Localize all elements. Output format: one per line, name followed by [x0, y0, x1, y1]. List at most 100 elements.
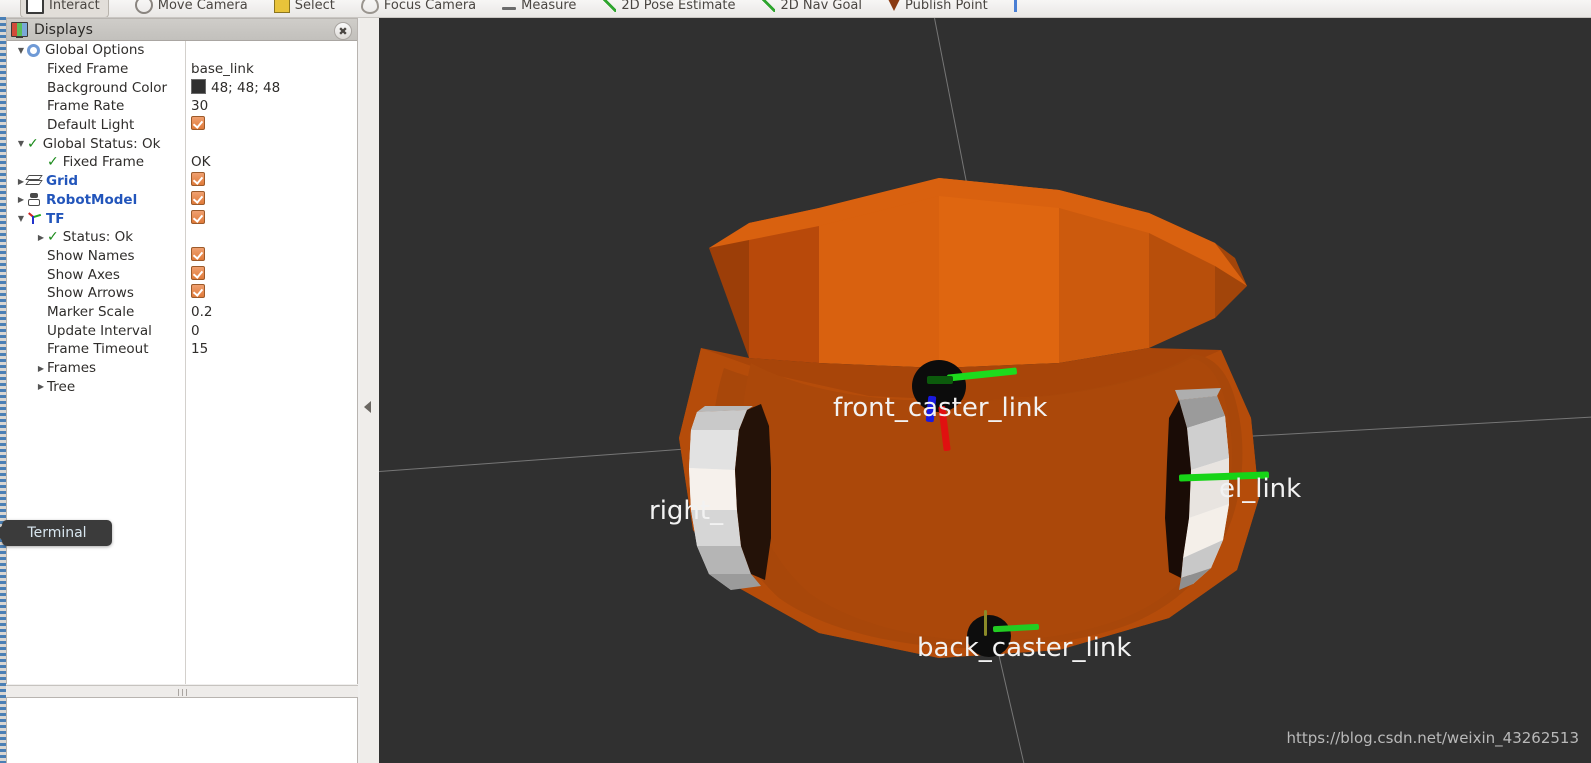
panel-collapse-handle[interactable] — [360, 18, 380, 763]
tree-row-value: 30 — [191, 98, 209, 115]
toolbar-divider-icon — [1013, 0, 1017, 12]
tree-row-label: Frames — [47, 360, 97, 377]
terminal-tooltip-label: Terminal — [27, 525, 87, 541]
tree-row-label: Fixed Frame — [47, 61, 129, 78]
tree-row-value[interactable] — [185, 209, 205, 228]
tree-row-global-status[interactable]: ✓Global Status: Ok — [7, 134, 357, 153]
tree-row-value[interactable] — [185, 246, 205, 265]
toolbar-item-2d-nav-goal[interactable]: 2D Nav Goal — [761, 0, 862, 13]
toolbar-item-publish-point[interactable]: Publish Point — [888, 0, 988, 13]
toolbar-item-interact[interactable]: Interact — [20, 0, 109, 17]
tree-row-value-text: 48; 48; 48 — [211, 80, 281, 97]
toolbar-item-measure[interactable]: Measure — [502, 0, 576, 13]
checkbox-checked[interactable] — [191, 172, 205, 187]
toolbar-item-label: 2D Pose Estimate — [621, 0, 736, 13]
chevron-down-icon[interactable] — [15, 46, 27, 55]
toolbar-item-select[interactable]: Select — [273, 0, 335, 13]
tree-row-value: 0.2 — [191, 303, 213, 320]
tree-row-value: 48; 48; 48 — [185, 79, 280, 96]
frame-label-back-caster-link: back_caster_link — [917, 633, 1132, 663]
chevron-right-icon[interactable] — [35, 382, 47, 391]
checkbox-checked[interactable] — [191, 190, 205, 205]
tree-row-label: Global Status: Ok — [42, 135, 161, 152]
tree-row-frame-timeout[interactable]: Frame Timeout 15 — [7, 340, 357, 359]
checkbox-checked[interactable] — [191, 246, 205, 261]
tree-row-tree[interactable]: Tree — [7, 377, 357, 396]
select-icon — [273, 0, 290, 13]
tree-row-value[interactable] — [185, 284, 205, 302]
tree-row-label: Show Arrows — [47, 285, 134, 302]
render-viewport-3d[interactable]: front_caster_link el_link right_ back_caste… — [379, 18, 1591, 763]
checkbox-checked[interactable] — [191, 265, 205, 280]
monitor-icon — [11, 22, 28, 38]
tree-row-label: Background Color — [47, 79, 168, 96]
tree-row-default-light[interactable]: Default Light — [7, 116, 357, 135]
tree-row-label: Show Names — [47, 247, 135, 264]
chevron-left-icon — [364, 401, 371, 413]
toolbar-item-label: Publish Point — [905, 0, 988, 13]
tree-row-value[interactable] — [185, 172, 205, 190]
lower-panel — [6, 697, 358, 763]
terminal-tooltip[interactable]: Terminal — [0, 520, 112, 546]
toolbar-item-label: Interact — [49, 0, 100, 13]
chevron-down-icon[interactable] — [15, 214, 27, 223]
color-swatch[interactable] — [191, 79, 206, 95]
chevron-right-icon[interactable] — [35, 364, 47, 373]
tree-row-tf[interactable]: TF — [7, 209, 357, 228]
tf-axis-dark-green — [927, 376, 953, 384]
toolbar-item-label: Measure — [521, 0, 577, 13]
frame-label-front-caster-link: front_caster_link — [833, 393, 1048, 423]
tree-row-label: Marker Scale — [47, 303, 135, 320]
tree-row-label: Show Axes — [47, 266, 120, 283]
toolbar-item-move-camera[interactable]: Move Camera — [134, 0, 248, 14]
measure-icon — [502, 6, 517, 10]
toolbar-item-focus-camera[interactable]: Focus Camera — [360, 0, 477, 14]
pose-estimate-icon — [602, 0, 617, 12]
toolbar-item-label: Focus Camera — [383, 0, 477, 13]
chevron-right-icon[interactable] — [35, 233, 47, 242]
close-icon[interactable]: ✖ — [334, 22, 352, 40]
checkbox-checked[interactable] — [191, 284, 205, 299]
tree-row-label: Fixed Frame — [62, 154, 145, 171]
displays-panel-title: Displays — [34, 21, 93, 38]
tree-row-marker-scale[interactable]: Marker Scale 0.2 — [7, 303, 357, 322]
tree-row-value[interactable] — [185, 265, 205, 284]
toolbar-item-label: 2D Nav Goal — [780, 0, 863, 13]
chevron-down-icon[interactable] — [15, 139, 27, 148]
watermark-text: https://blog.csdn.net/weixin_43262513 — [1286, 729, 1579, 747]
tree-row-label: Status: Ok — [62, 229, 134, 246]
tree-row-label: Default Light — [47, 117, 135, 134]
tree-row-update-interval[interactable]: Update Interval 0 — [7, 321, 357, 340]
tree-row-label: Tree — [47, 378, 76, 395]
tree-row-value[interactable] — [185, 116, 205, 134]
tree-row-show-axes[interactable]: Show Axes — [7, 265, 357, 284]
tree-row-global-options[interactable]: Global Options — [7, 41, 357, 60]
tree-row-frames[interactable]: Frames — [7, 359, 357, 378]
displays-tree[interactable]: Global OptionsFixed Framebase_linkBackgr… — [7, 41, 357, 684]
checkbox-checked[interactable] — [191, 116, 205, 131]
tree-row-background-color[interactable]: Background Color 48; 48; 48 — [7, 78, 357, 97]
tf-axes-icon — [27, 212, 42, 225]
tree-row-label: Frame Timeout — [47, 341, 149, 358]
tree-row-grid[interactable]: Grid — [7, 172, 357, 191]
toolbar-item-2d-pose-estimate[interactable]: 2D Pose Estimate — [602, 0, 735, 13]
tree-row-show-arrows[interactable]: Show Arrows — [7, 284, 357, 303]
chevron-right-icon[interactable] — [15, 195, 27, 204]
tree-row-label: Frame Rate — [47, 98, 125, 115]
tree-row-fixed-frame[interactable]: Fixed Frame base_link — [7, 60, 357, 79]
move-camera-icon — [134, 0, 153, 14]
frame-label-left-wheel-link: el_link — [1219, 474, 1302, 504]
tree-row-value[interactable] — [185, 190, 205, 209]
toolbar-item-label: Select — [294, 0, 335, 13]
displays-panel: Displays ✖ Global Options Fixed Frame base… — [6, 18, 358, 684]
tree-row-robot-model[interactable]: RobotModel — [7, 190, 357, 210]
tree-row-tf-status[interactable]: ✓Status: Ok — [7, 228, 357, 247]
tree-row-value: base_link — [191, 61, 254, 78]
robot-icon — [27, 193, 41, 207]
gear-icon — [27, 43, 40, 57]
tree-row-value: OK — [191, 154, 211, 171]
tree-row-show-names[interactable]: Show Names — [7, 246, 357, 266]
checkbox-checked[interactable] — [191, 209, 205, 224]
tree-row-frame-rate[interactable]: Frame Rate 30 — [7, 97, 357, 116]
tree-row-status-fixed-frame[interactable]: ✓ Fixed Frame OK — [7, 153, 357, 172]
